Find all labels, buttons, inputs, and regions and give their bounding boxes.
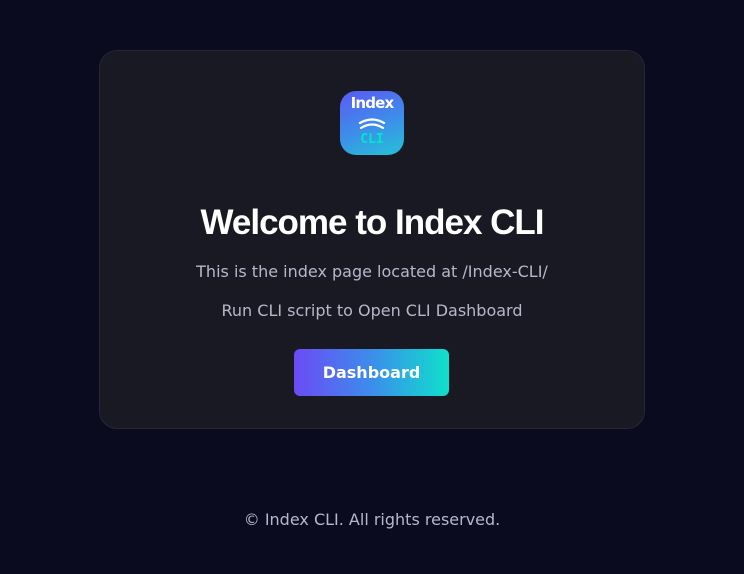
index-cli-logo-icon: Index CLI — [340, 91, 404, 155]
logo-top-text: Index — [350, 94, 395, 112]
welcome-card: Index CLI Welcome to Index CLI This is t… — [99, 50, 645, 429]
footer-copyright: © Index CLI. All rights reserved. — [243, 510, 501, 529]
instruction-text: Run CLI script to Open CLI Dashboard — [221, 301, 523, 320]
page-title: Welcome to Index CLI — [200, 203, 544, 242]
dashboard-button[interactable]: Dashboard — [294, 349, 449, 396]
logo-bottom-text: CLI — [360, 132, 384, 147]
logo-arcs-icon — [358, 118, 386, 130]
location-text: This is the index page located at /Index… — [196, 262, 548, 281]
